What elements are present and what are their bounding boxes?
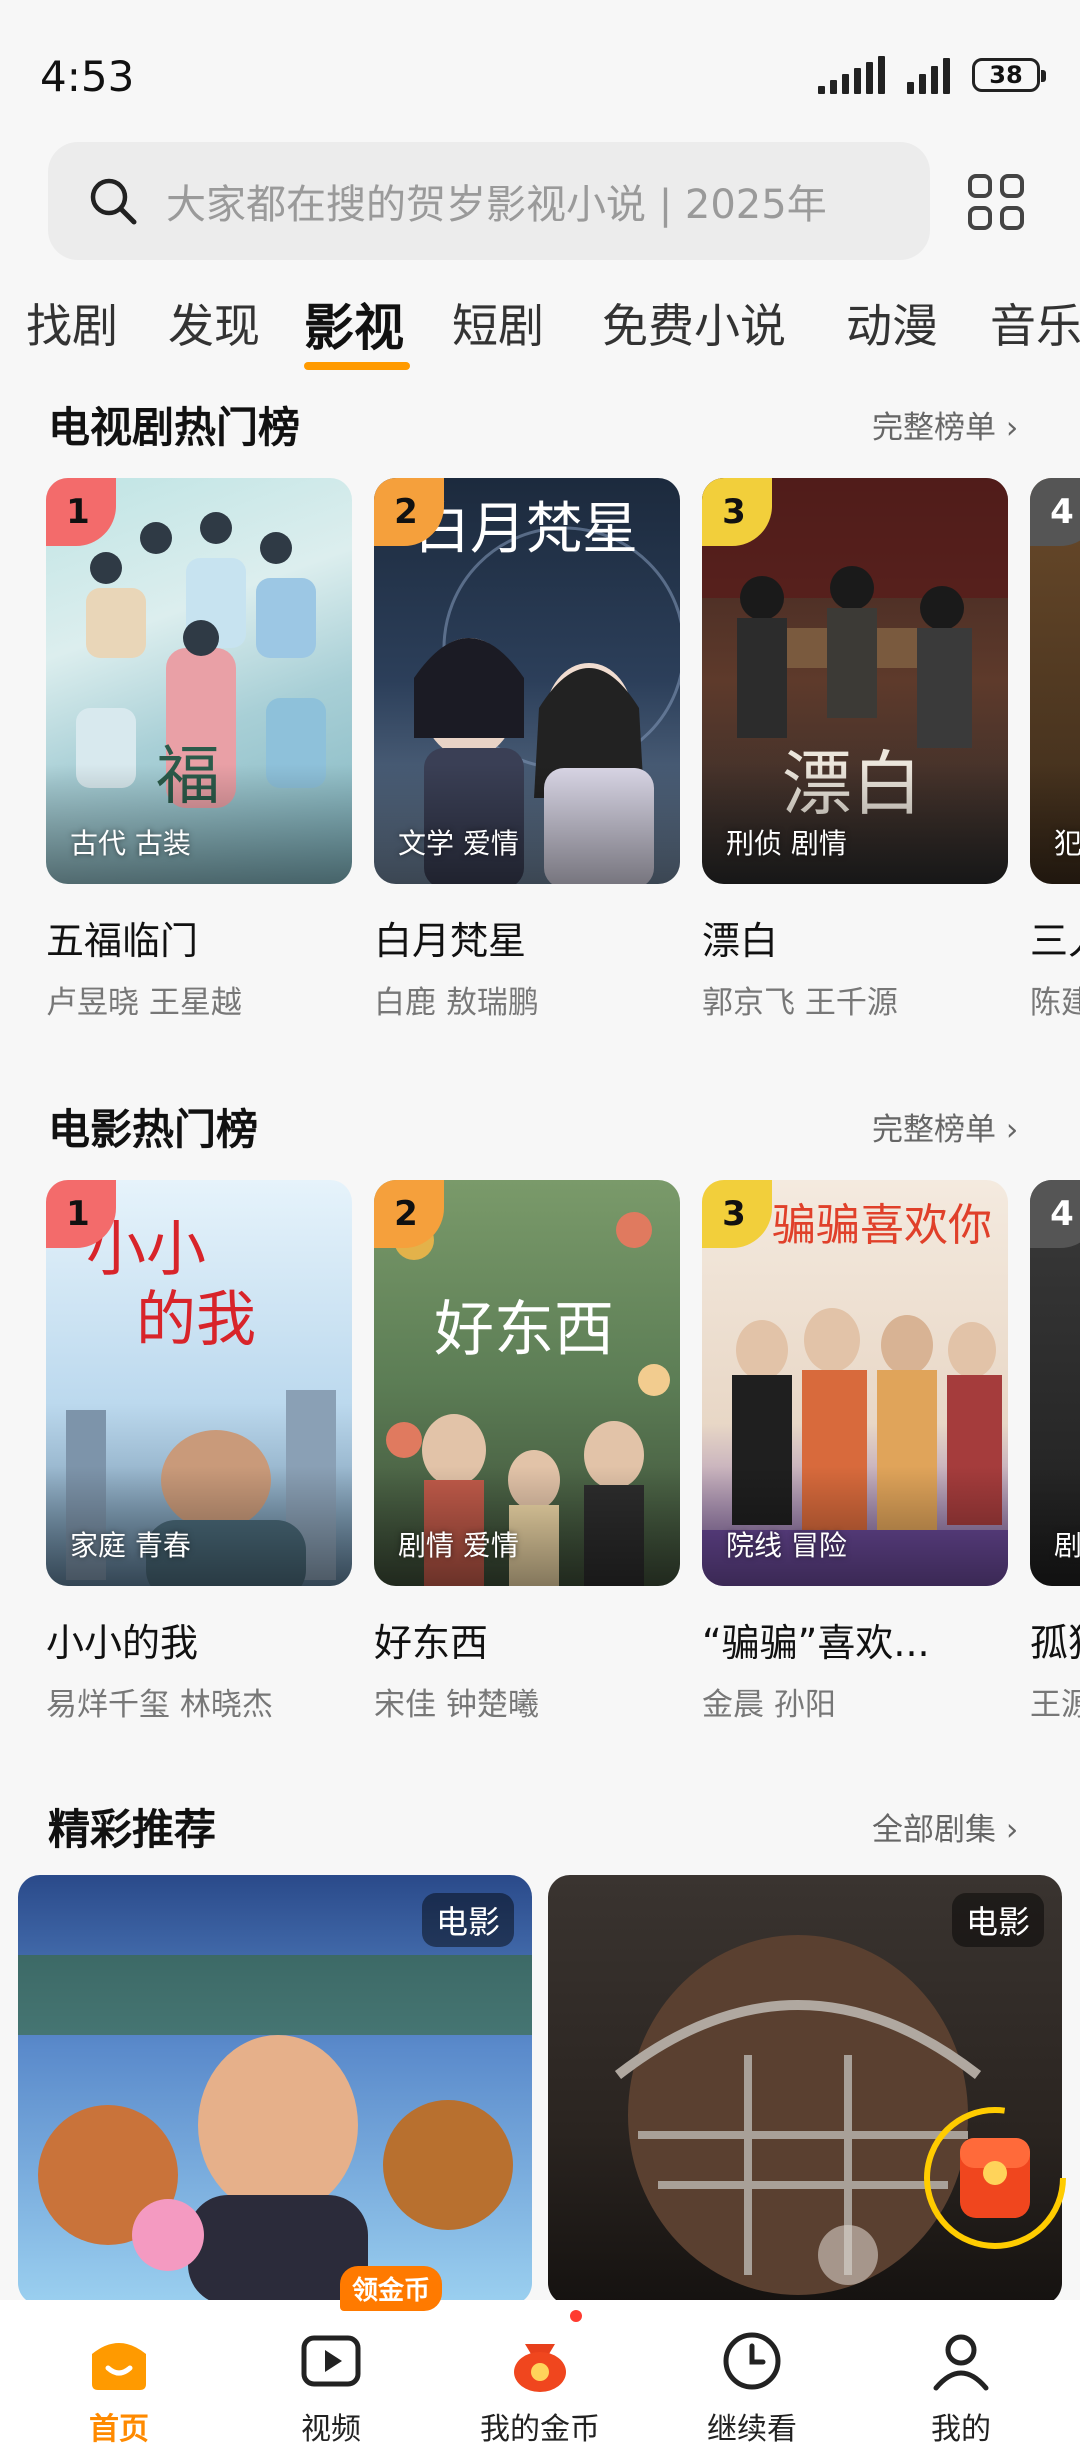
- card-cast: 宋佳 钟楚曦: [374, 1687, 539, 1723]
- tab-faxian[interactable]: 发现: [168, 290, 260, 356]
- movie-card[interactable]: 好东西 2 剧情 爱情 好东西 宋佳 钟楚曦: [374, 1180, 680, 1724]
- poster-tags: 院线 冒险: [726, 1529, 847, 1562]
- category-tabs: 找剧 发现 影视 短剧 免费小说 动漫 音乐: [0, 290, 1080, 370]
- grid-menu-icon[interactable]: [966, 172, 1026, 232]
- rec-badge: 电影: [421, 1893, 514, 1947]
- tv-card[interactable]: 4 犯罪 三人 陈建: [1030, 478, 1080, 1022]
- poster-tags: 剧: [1054, 1529, 1080, 1562]
- tv-poster: 白月梵星 2 文学 爱情: [374, 478, 680, 884]
- card-cast: 郭京飞 王千源: [702, 985, 898, 1021]
- rec-card[interactable]: 电影: [18, 1875, 532, 2305]
- nav-label: 我的: [931, 2412, 991, 2447]
- movie-ranking-row: 小小 的我 1 家庭 青春 小小的我 易烊千玺 林晓杰 好东西 2 剧情 爱情 …: [0, 1180, 1080, 1740]
- poster-tags: 犯罪: [1054, 827, 1080, 860]
- card-cast: 陈建: [1030, 985, 1080, 1021]
- tv-section-title: 电视剧热门榜: [48, 403, 301, 452]
- bottom-nav: 首页 视频 我的金币 继续看 我的: [0, 2300, 1080, 2449]
- card-title: 好东西: [374, 1621, 489, 1665]
- nav-label: 我的金币: [480, 2412, 600, 2447]
- svg-text:骗骗喜欢你: 骗骗喜欢你: [772, 1200, 992, 1251]
- poster-tags: 文学 爱情: [398, 827, 519, 860]
- rank-badge: 4: [1030, 478, 1080, 546]
- svg-text:好东西: 好东西: [434, 1295, 614, 1365]
- tv-poster: 4 犯罪: [1030, 478, 1080, 884]
- tv-card[interactable]: 漂白 3 刑侦 剧情 漂白 郭京飞 王千源: [702, 478, 1008, 1022]
- tv-ranking-row: 福 1 古代 古装 五福临门 卢昱晓 王星越 白月梵星 2 文学 爱情 白月梵星…: [0, 478, 1080, 1038]
- status-icons: 38: [818, 56, 1046, 94]
- status-bar: 4:53 38: [0, 0, 1080, 150]
- tv-poster: 漂白 3 刑侦 剧情: [702, 478, 1008, 884]
- poster-tags: 剧情 爱情: [398, 1529, 519, 1562]
- tab-yingshi[interactable]: 影视: [304, 290, 404, 360]
- rec-section-title: 精彩推荐: [48, 1805, 217, 1854]
- card-cast: 白鹿 敖瑞鹏: [374, 985, 539, 1021]
- movie-poster: 小小 的我 1 家庭 青春: [46, 1180, 352, 1586]
- tv-more-label: 完整榜单: [872, 410, 996, 446]
- card-title: 三人: [1030, 919, 1080, 963]
- battery-level: 38: [989, 61, 1023, 89]
- clock-icon: [723, 2332, 781, 2390]
- tv-card[interactable]: 白月梵星 2 文学 爱情 白月梵星 白鹿 敖瑞鹏: [374, 478, 680, 1022]
- tab-duanju[interactable]: 短剧: [452, 290, 544, 356]
- nav-label: 首页: [89, 2412, 149, 2447]
- movie-section-title: 电影热门榜: [48, 1105, 259, 1154]
- movie-more-label: 完整榜单: [872, 1112, 996, 1148]
- poster-tags: 刑侦 剧情: [726, 827, 847, 860]
- card-cast: 卢昱晓 王星越: [46, 985, 242, 1021]
- status-time: 4:53: [40, 52, 135, 101]
- tab-music[interactable]: 音乐: [990, 290, 1080, 356]
- card-cast: 王源: [1030, 1687, 1080, 1723]
- nav-video[interactable]: 视频: [223, 2300, 439, 2449]
- card-title: 孤独: [1030, 1621, 1080, 1665]
- nav-continue[interactable]: 继续看: [644, 2300, 860, 2449]
- movie-poster: 骗骗喜欢你 3 院线 冒险: [702, 1180, 1008, 1586]
- card-cast: 易烊千玺 林晓杰: [46, 1687, 273, 1723]
- nav-label: 继续看: [707, 2412, 797, 2447]
- svg-text:白月梵星: 白月梵星: [414, 497, 638, 562]
- rec-badge: 电影: [951, 1893, 1044, 1947]
- battery-icon: 38: [972, 58, 1046, 92]
- poster-tags: 古代 古装: [70, 827, 191, 860]
- poster-tags: 家庭 青春: [70, 1529, 191, 1562]
- rank-badge: 4: [1030, 1180, 1080, 1248]
- video-icon: [301, 2335, 361, 2387]
- search-bar[interactable]: 大家都在搜的贺岁影视小说 | 2025年: [48, 142, 930, 260]
- notification-dot: [570, 2310, 582, 2322]
- red-envelope-float-icon[interactable]: [920, 2103, 1070, 2253]
- card-cast: 金晨 孙阳: [702, 1687, 836, 1723]
- rec-more-label: 全部剧集: [872, 1812, 996, 1848]
- card-title: 白月梵星: [374, 919, 527, 963]
- search-icon: [90, 178, 137, 225]
- person-icon: [933, 2334, 989, 2391]
- svg-text:的我: 的我: [136, 1285, 256, 1355]
- nav-label: 视频: [301, 2412, 361, 2447]
- tab-free-novel[interactable]: 免费小说: [602, 290, 786, 356]
- movie-poster: 4 剧: [1030, 1180, 1080, 1586]
- card-title: 小小的我: [46, 1621, 199, 1665]
- coin-bag-icon: [514, 2344, 566, 2392]
- tv-card[interactable]: 福 1 古代 古装 五福临门 卢昱晓 王星越: [46, 478, 352, 1022]
- movie-card[interactable]: 骗骗喜欢你 3 院线 冒险 “骗骗”喜欢... 金晨 孙阳: [702, 1180, 1008, 1724]
- tv-poster: 福 1 古代 古装: [46, 478, 352, 884]
- home-icon: [92, 2343, 146, 2390]
- nav-coins[interactable]: 我的金币: [432, 2300, 648, 2449]
- signal-icon-2: [907, 56, 950, 94]
- tv-more-link[interactable]: 完整榜单 ›: [872, 402, 1018, 447]
- card-title: “骗骗”喜欢...: [702, 1621, 930, 1665]
- card-title: 五福临门: [46, 919, 199, 963]
- earn-coins-badge[interactable]: 领金币: [340, 2266, 443, 2311]
- movie-card[interactable]: 小小 的我 1 家庭 青春 小小的我 易烊千玺 林晓杰: [46, 1180, 352, 1724]
- nav-home[interactable]: 首页: [11, 2300, 227, 2449]
- movie-card[interactable]: 4 剧 孤独 王源: [1030, 1180, 1080, 1724]
- active-tab-indicator: [304, 362, 410, 370]
- tab-zhaoju[interactable]: 找剧: [26, 290, 118, 356]
- nav-profile[interactable]: 我的: [853, 2300, 1069, 2449]
- movie-poster: 好东西 2 剧情 爱情: [374, 1180, 680, 1586]
- signal-icon: [818, 56, 885, 94]
- rec-more-link[interactable]: 全部剧集 ›: [872, 1804, 1018, 1849]
- card-title: 漂白: [702, 919, 779, 963]
- movie-more-link[interactable]: 完整榜单 ›: [872, 1104, 1018, 1149]
- search-placeholder: 大家都在搜的贺岁影视小说 | 2025年: [166, 182, 827, 228]
- tab-anime[interactable]: 动漫: [846, 290, 938, 356]
